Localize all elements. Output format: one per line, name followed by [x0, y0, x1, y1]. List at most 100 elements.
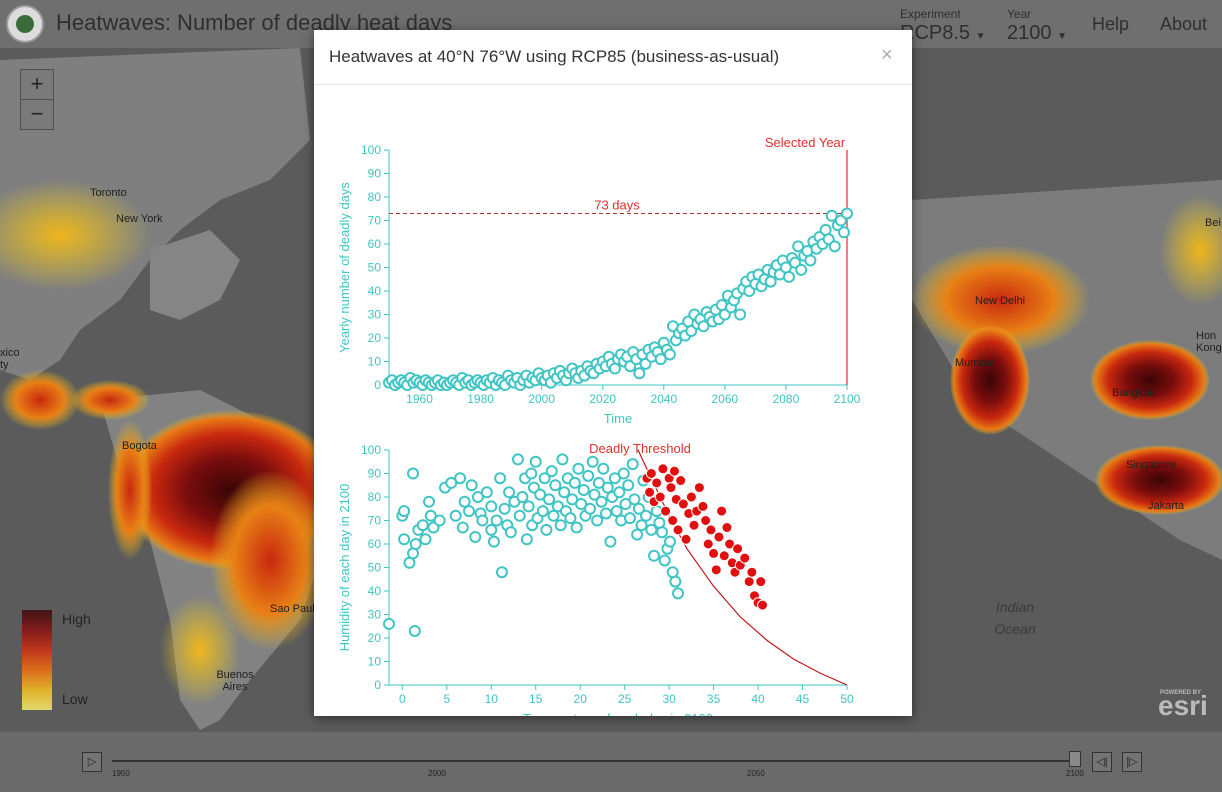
- legend-high-label: High: [62, 611, 91, 627]
- x-tick-label: 40: [751, 692, 765, 706]
- data-point: [591, 514, 604, 527]
- y-tick-label: 30: [368, 308, 382, 322]
- city-label: New York: [116, 213, 163, 225]
- city-label: New Delhi: [975, 295, 1026, 307]
- data-point: [463, 505, 476, 518]
- deadly-data-point: [667, 515, 679, 526]
- deadly-data-point: [713, 531, 725, 543]
- experiment-label: Experiment: [900, 7, 961, 21]
- deadly-data-point: [697, 500, 709, 512]
- data-point: [648, 549, 661, 562]
- data-point: [398, 505, 411, 518]
- y-tick-label: 0: [374, 378, 381, 392]
- y-tick-label: 90: [368, 167, 382, 181]
- data-point: [564, 512, 577, 525]
- city-label: Singapore: [1126, 459, 1177, 471]
- y-tick-label: 100: [361, 443, 381, 457]
- data-point: [525, 467, 538, 480]
- data-point: [529, 455, 542, 468]
- deadly-data-point: [721, 522, 733, 534]
- data-point: [416, 519, 429, 532]
- city-label: Bei: [1205, 217, 1221, 229]
- x-tick-label: 1980: [467, 392, 494, 406]
- help-link[interactable]: Help: [1092, 14, 1129, 35]
- about-link[interactable]: About: [1160, 14, 1207, 35]
- data-point: [597, 462, 610, 475]
- data-point: [520, 533, 533, 546]
- y-tick-label: 60: [368, 537, 382, 551]
- city-label: Mumbai: [955, 357, 995, 369]
- data-point: [572, 462, 585, 475]
- data-point: [640, 509, 653, 522]
- data-point: [494, 472, 507, 485]
- deadly-data-point: [685, 491, 697, 503]
- zoom-in-button[interactable]: +: [20, 69, 54, 100]
- x-tick-label: 0: [399, 692, 406, 706]
- deadly-data-point: [651, 477, 663, 489]
- deadly-data-point: [660, 505, 672, 517]
- timeline-handle[interactable]: [1069, 751, 1081, 767]
- deadly-data-point: [702, 538, 714, 550]
- data-point: [577, 483, 590, 496]
- y-tick-label: 30: [368, 608, 382, 622]
- x-tick-label: 30: [662, 692, 676, 706]
- y-tick-label: 40: [368, 584, 382, 598]
- close-icon[interactable]: ×: [881, 44, 893, 67]
- city-label: xico ty: [0, 347, 20, 371]
- data-point: [622, 479, 635, 492]
- data-point: [504, 526, 517, 539]
- y-tick-label: 90: [368, 467, 382, 481]
- y-tick-label: 50: [368, 561, 382, 575]
- x-tick-label: 45: [796, 692, 810, 706]
- data-point: [633, 367, 646, 380]
- experiment-select[interactable]: RCP8.5 ▼: [900, 22, 986, 45]
- deadly-data-point: [644, 486, 656, 498]
- city-label: Hon Kong: [1196, 330, 1222, 354]
- data-point: [495, 566, 508, 579]
- data-point: [583, 502, 596, 515]
- deadly-data-point: [654, 491, 666, 503]
- data-point: [513, 509, 526, 522]
- play-button[interactable]: ▷: [82, 752, 102, 772]
- data-point: [568, 476, 581, 489]
- deadly-threshold-label: Deadly Threshold: [589, 441, 691, 456]
- data-point: [433, 514, 446, 527]
- data-point: [595, 495, 608, 508]
- data-point: [672, 587, 685, 600]
- zoom-out-button[interactable]: −: [20, 99, 54, 130]
- deadly-data-point: [746, 566, 758, 578]
- data-point: [409, 538, 422, 550]
- data-point: [503, 486, 516, 499]
- timeline-tick: 2100: [1066, 769, 1084, 778]
- x-tick-label: 50: [840, 692, 854, 706]
- x-tick-label: 20: [574, 692, 588, 706]
- y-tick-label: 40: [368, 284, 382, 298]
- y-axis-title: Yearly number of deadly days: [337, 182, 352, 353]
- step-forward-icon: |▷: [1126, 756, 1138, 768]
- data-point: [490, 514, 503, 527]
- timeline-bar: [0, 732, 1222, 792]
- year-value: 2100: [1007, 22, 1052, 44]
- data-point: [664, 535, 677, 548]
- timeline-slider[interactable]: [112, 760, 1078, 762]
- y-tick-label: 100: [361, 143, 381, 157]
- y-tick-label: 70: [368, 214, 382, 228]
- data-point: [656, 526, 669, 539]
- data-point: [613, 486, 626, 499]
- app-logo: [6, 5, 44, 43]
- data-point: [663, 348, 676, 361]
- y-tick-label: 10: [368, 655, 382, 669]
- step-back-button[interactable]: ◁|: [1092, 752, 1112, 772]
- city-label: Bogota: [122, 440, 157, 452]
- deadly-data-point: [645, 468, 657, 479]
- year-select[interactable]: 2100 ▼: [1007, 22, 1067, 45]
- city-label: Buenos Aires: [216, 669, 254, 693]
- data-point: [498, 502, 511, 515]
- step-forward-button[interactable]: |▷: [1122, 752, 1142, 772]
- data-point: [782, 270, 795, 283]
- deadly-data-point: [657, 463, 669, 475]
- deadly-data-point: [716, 505, 728, 517]
- deadly-data-point: [718, 550, 730, 562]
- data-point: [556, 453, 569, 466]
- data-point: [549, 479, 562, 492]
